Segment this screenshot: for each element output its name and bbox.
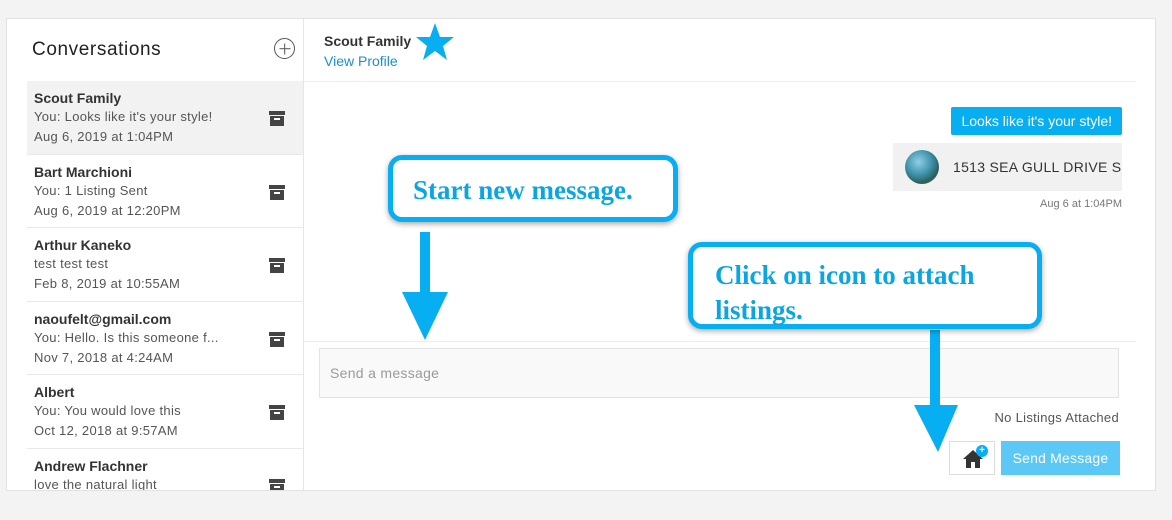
attach-listings-callout: Click on icon to attach listings. [688, 242, 1042, 329]
start-message-callout: Start new message. [388, 155, 678, 222]
arrow-down-icon [402, 232, 448, 340]
callout-text: Click on icon to attach listings. [715, 260, 975, 325]
callout-text: Start new message. [413, 175, 633, 205]
arrow-down-icon [914, 330, 958, 452]
